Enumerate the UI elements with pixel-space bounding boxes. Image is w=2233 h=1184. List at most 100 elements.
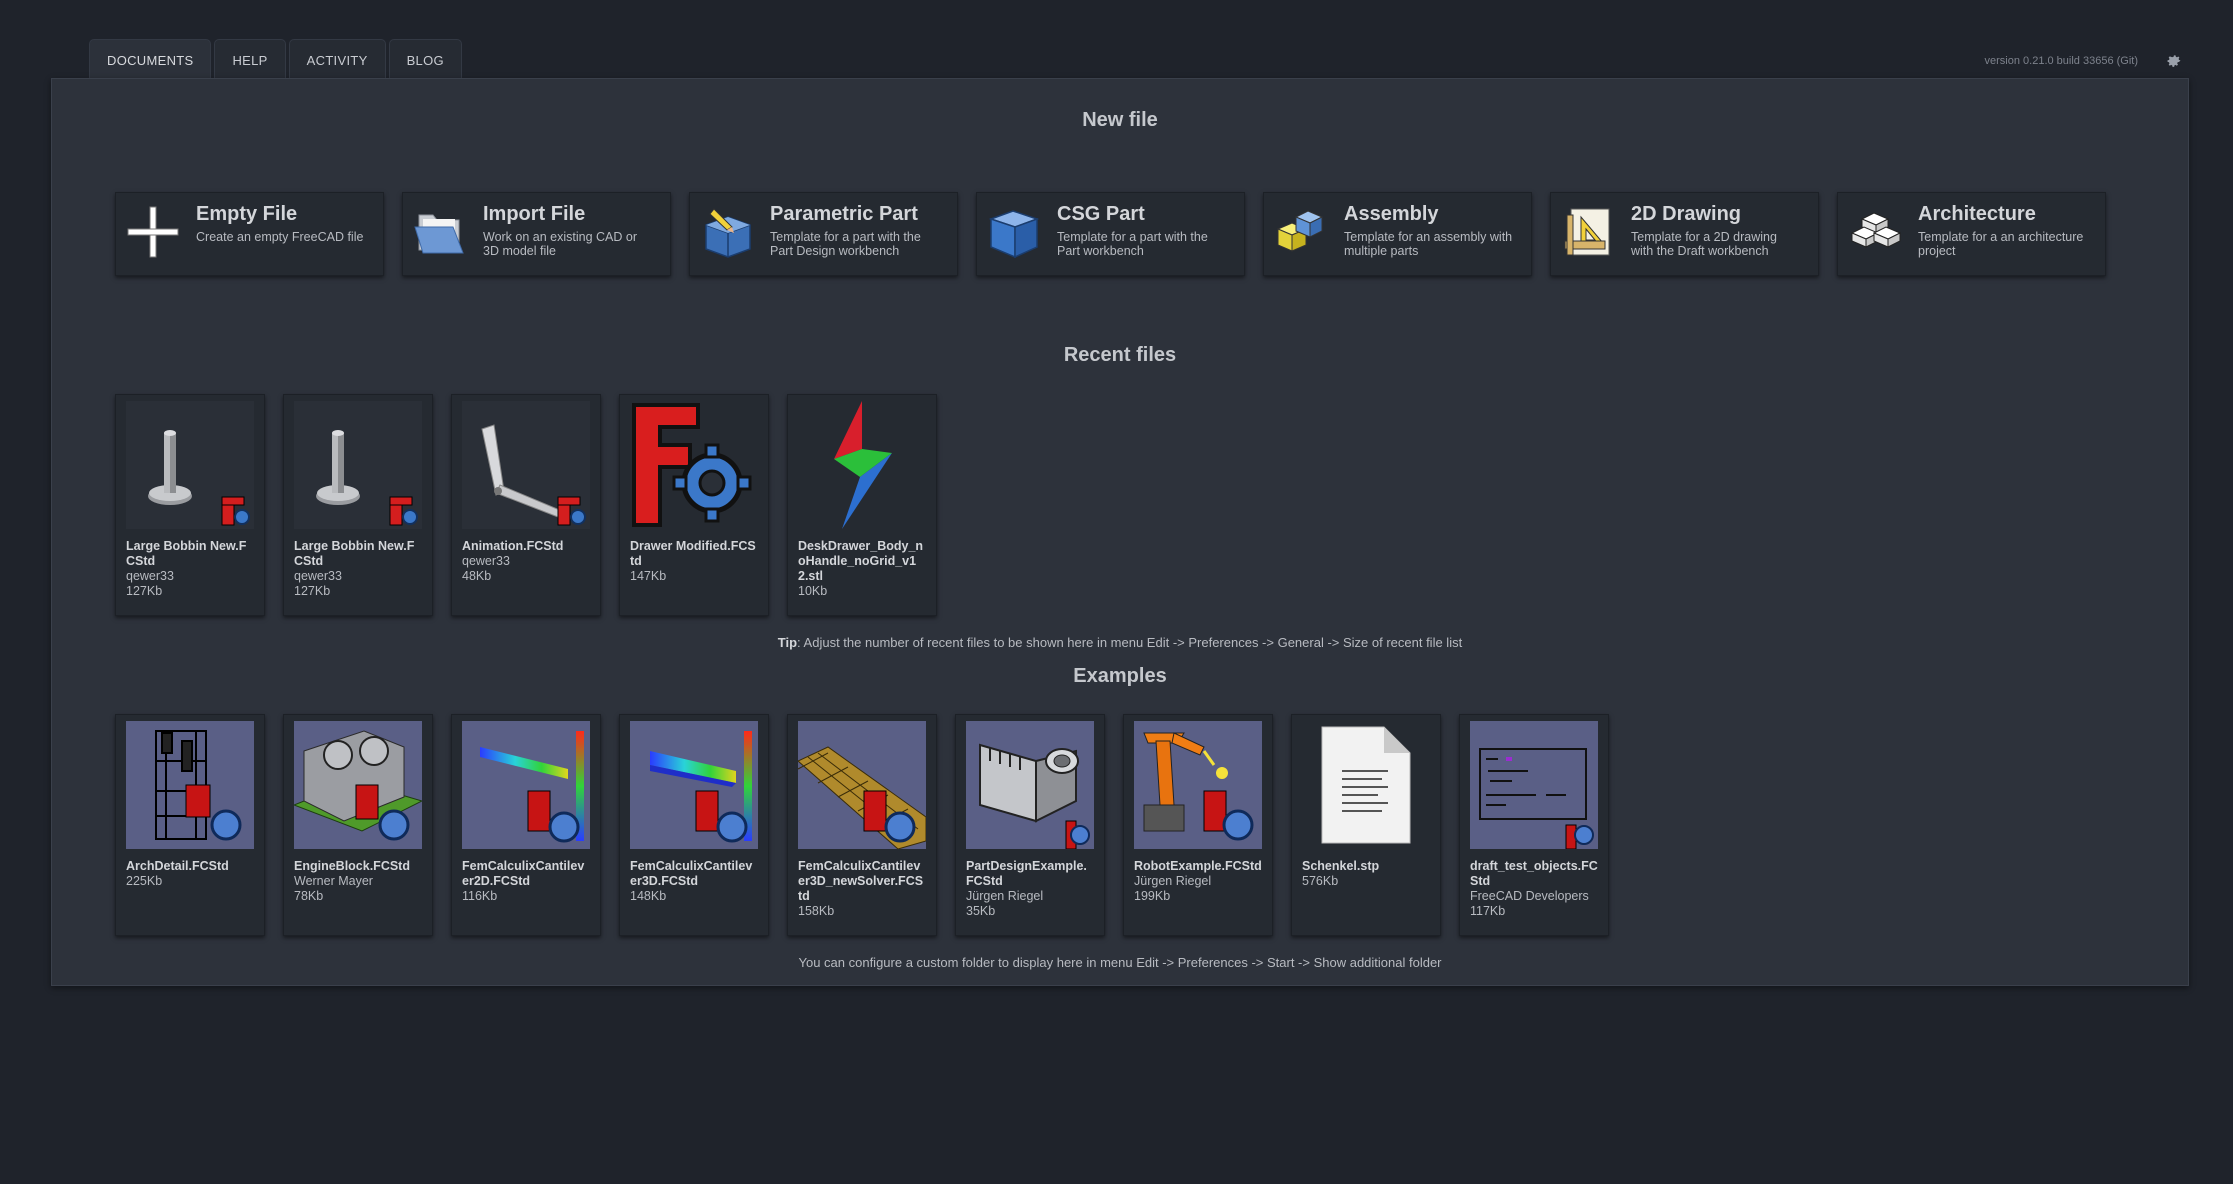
example-file-card[interactable]: FemCalculixCantilever3D.FCStd 148Kb <box>619 714 769 936</box>
card-description: Template for a 2D drawing with the Draft… <box>1631 230 1777 258</box>
new-empty-file-button[interactable]: Empty File Create an empty FreeCAD file <box>115 192 384 276</box>
file-size: 158Kb <box>798 904 835 918</box>
drawing-icon <box>1564 208 1610 256</box>
freecad-logo-icon <box>632 403 752 527</box>
recent-files-heading: Recent files <box>1063 344 1177 366</box>
file-name: Drawer Modified.FCStd <box>630 539 756 568</box>
file-name: RobotExample.FCStd <box>1134 859 1262 873</box>
examples-heading: Examples <box>1073 665 1167 687</box>
file-size: 10Kb <box>798 584 828 598</box>
bobbin-thumbnail <box>126 401 254 529</box>
arch-detail-thumbnail <box>126 721 254 849</box>
plus-icon <box>127 206 179 258</box>
card-description: Create an empty FreeCAD file <box>196 230 364 244</box>
card-title: Architecture <box>1918 203 2036 225</box>
draft-test-thumbnail <box>1470 721 1598 849</box>
file-size: 148Kb <box>630 889 667 903</box>
file-author: FreeCAD Developers <box>1470 889 1589 903</box>
version-label: version 0.21.0 build 33656 (Git) <box>1984 55 2138 67</box>
file-name: ArchDetail.FCStd <box>126 859 229 873</box>
recent-file-card[interactable]: Large Bobbin New.FCStd qewer33 127Kb <box>283 394 433 616</box>
bobbin-thumbnail <box>294 401 422 529</box>
card-title: Parametric Part <box>770 203 918 225</box>
file-name: FemCalculixCantilever3D.FCStd <box>630 859 753 888</box>
stl-mesh-icon <box>834 401 892 529</box>
file-size: 127Kb <box>126 584 163 598</box>
architecture-button[interactable]: Architecture Template for a an architect… <box>1837 192 2106 276</box>
examples-footer-note: You can configure a custom folder to dis… <box>798 955 1442 970</box>
file-size: 35Kb <box>966 904 996 918</box>
top-tab-bar: DOCUMENTS HELP ACTIVITY BLOG <box>89 39 462 80</box>
example-file-card[interactable]: Schenkel.stp 576Kb <box>1291 714 1441 936</box>
example-file-card[interactable]: ArchDetail.FCStd 225Kb <box>115 714 265 936</box>
file-size: 147Kb <box>630 569 667 583</box>
example-file-card[interactable]: EngineBlock.FCStd Werner Mayer 78Kb <box>283 714 433 936</box>
file-author: qewer33 <box>462 554 510 568</box>
file-name: FemCalculixCantilever2D.FCStd <box>462 859 585 888</box>
assembly-button[interactable]: Assembly Template for an assembly with m… <box>1263 192 1532 276</box>
start-page-panel: New file Empty File Create an empty Free… <box>51 78 2189 986</box>
card-title: Empty File <box>196 203 298 225</box>
fem-mesh-thumbnail <box>798 721 926 849</box>
card-description: Template for a an architecture project <box>1918 230 2084 258</box>
import-file-button[interactable]: Import File Work on an existing CAD or 3… <box>402 192 671 276</box>
file-author: Jürgen Riegel <box>1134 874 1212 888</box>
2d-drawing-button[interactable]: 2D Drawing Template for a 2D drawing wit… <box>1550 192 1819 276</box>
file-size: 117Kb <box>1470 904 1506 918</box>
file-name: FemCalculixCantilever3D_newSolver.FCStd <box>798 859 924 903</box>
new-file-heading: New file <box>1082 109 1158 131</box>
fem-2d-thumbnail <box>462 721 590 849</box>
tab-activity[interactable]: ACTIVITY <box>288 39 386 80</box>
file-name: Animation.FCStd <box>462 539 564 553</box>
file-size: 127Kb <box>294 584 331 598</box>
card-description: Template for a part with the Part workbe… <box>1057 230 1208 258</box>
csg-part-button[interactable]: CSG Part Template for a part with the Pa… <box>976 192 1245 276</box>
recent-files-tip: Tip: Adjust the number of recent files t… <box>52 635 2188 650</box>
gear-icon[interactable] <box>2165 52 2183 70</box>
tab-blog[interactable]: BLOG <box>388 39 462 80</box>
recent-file-card[interactable]: DeskDrawer_Body_noHandle_noGrid_v12.stl … <box>787 394 937 616</box>
recent-file-card[interactable]: Drawer Modified.FCStd 147Kb <box>619 394 769 616</box>
file-size: 576Kb <box>1302 874 1339 888</box>
card-description: Template for a part with the Part Design… <box>770 230 921 258</box>
example-file-card[interactable]: draft_test_objects.FCStd FreeCAD Develop… <box>1459 714 1609 936</box>
animation-arm-thumbnail <box>462 401 590 529</box>
robot-thumbnail <box>1134 721 1262 849</box>
example-file-card[interactable]: RobotExample.FCStd Jürgen Riegel 199Kb <box>1123 714 1273 936</box>
card-description: Template for an assembly with multiple p… <box>1344 230 1513 258</box>
parametric-part-button[interactable]: Parametric Part Template for a part with… <box>689 192 958 276</box>
card-title: 2D Drawing <box>1631 203 1742 225</box>
file-name: Schenkel.stp <box>1302 859 1380 873</box>
example-file-card[interactable]: PartDesignExample.FCStd Jürgen Riegel 35… <box>955 714 1105 936</box>
file-author: qewer33 <box>126 569 174 583</box>
tab-documents[interactable]: DOCUMENTS <box>89 39 212 80</box>
recent-file-card[interactable]: Large Bobbin New.FCStd qewer33 127Kb <box>115 394 265 616</box>
file-name: EngineBlock.FCStd <box>294 859 410 873</box>
card-description: Work on an existing CAD or 3D model file <box>483 230 637 258</box>
architecture-bricks-icon <box>1850 212 1902 248</box>
example-file-card[interactable]: FemCalculixCantilever3D_newSolver.FCStd … <box>787 714 937 936</box>
file-author: Werner Mayer <box>294 874 373 888</box>
new-file-row: Empty File Create an empty FreeCAD file … <box>115 192 2106 276</box>
file-name: Large Bobbin New.FCStd <box>126 539 247 568</box>
file-name: Large Bobbin New.FCStd <box>294 539 415 568</box>
file-size: 48Kb <box>462 569 492 583</box>
card-title: Import File <box>483 203 586 225</box>
file-size: 225Kb <box>126 874 163 888</box>
example-file-card[interactable]: FemCalculixCantilever2D.FCStd 116Kb <box>451 714 601 936</box>
card-title: Assembly <box>1344 203 1439 225</box>
document-icon <box>1302 721 1430 849</box>
engine-block-thumbnail <box>294 721 422 849</box>
recent-files-row: Large Bobbin New.FCStd qewer33 127Kb Lar… <box>115 394 937 616</box>
part-design-thumbnail <box>966 721 1094 849</box>
folder-icon <box>414 214 464 254</box>
file-name: PartDesignExample.FCStd <box>966 859 1087 888</box>
assembly-icon <box>1276 210 1324 252</box>
fem-3d-thumbnail <box>630 721 758 849</box>
file-size: 199Kb <box>1134 889 1171 903</box>
tip-label: Tip <box>777 635 798 650</box>
file-name: DeskDrawer_Body_noHandle_noGrid_v12.stl <box>798 539 924 583</box>
recent-file-card[interactable]: Animation.FCStd qewer33 48Kb <box>451 394 601 616</box>
parametric-part-icon <box>705 208 751 258</box>
tab-help[interactable]: HELP <box>214 39 286 80</box>
